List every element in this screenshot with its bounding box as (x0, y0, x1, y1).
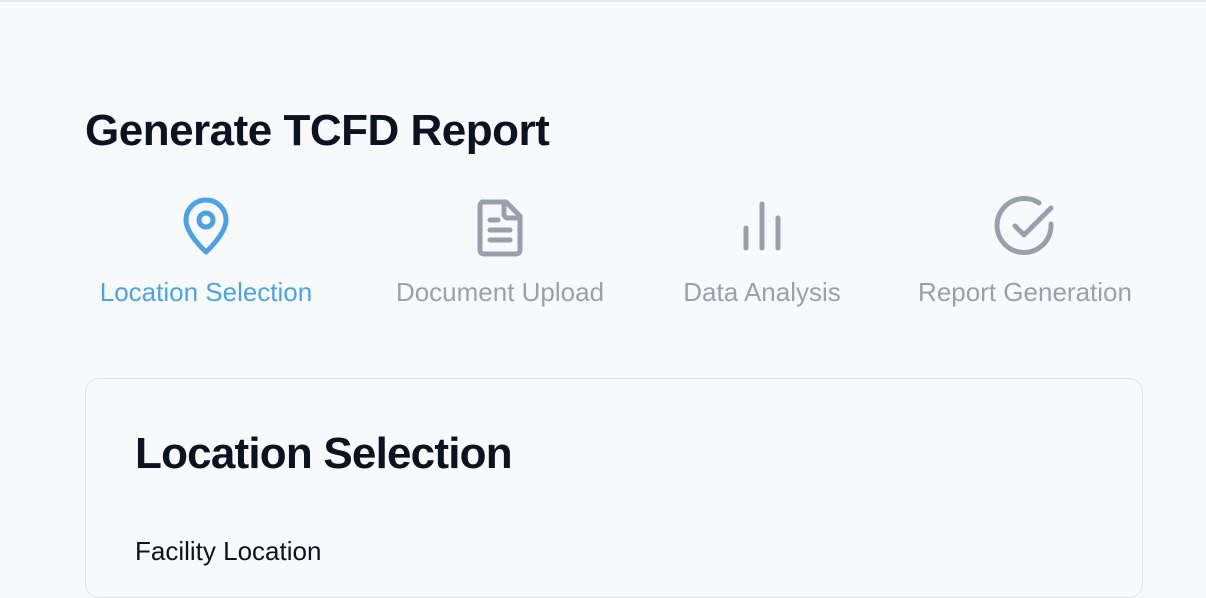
check-circle-icon (993, 194, 1057, 258)
step-label: Report Generation (918, 277, 1132, 307)
main-content: Generate TCFD Report Location Selection (85, 0, 1147, 598)
step-document-upload[interactable]: Document Upload (381, 192, 619, 316)
map-pin-icon (174, 194, 238, 258)
step-location-selection[interactable]: Location Selection (85, 192, 327, 316)
page-title: Generate TCFD Report (85, 106, 550, 155)
step-label: Document Upload (395, 277, 605, 307)
step-label: Data Analysis (683, 277, 841, 307)
step-label: Location Selection (99, 277, 313, 307)
step-data-analysis[interactable]: Data Analysis (672, 192, 852, 316)
document-icon (468, 194, 532, 258)
step-report-generation[interactable]: Report Generation (904, 192, 1146, 316)
facility-location-label: Facility Location (135, 536, 322, 566)
step-progress-nav: Location Selection Document Upload Data … (85, 192, 1147, 316)
card-title: Location Selection (135, 429, 513, 478)
bar-chart-icon (730, 194, 794, 258)
location-selection-card: Location Selection Facility Location (85, 378, 1143, 598)
